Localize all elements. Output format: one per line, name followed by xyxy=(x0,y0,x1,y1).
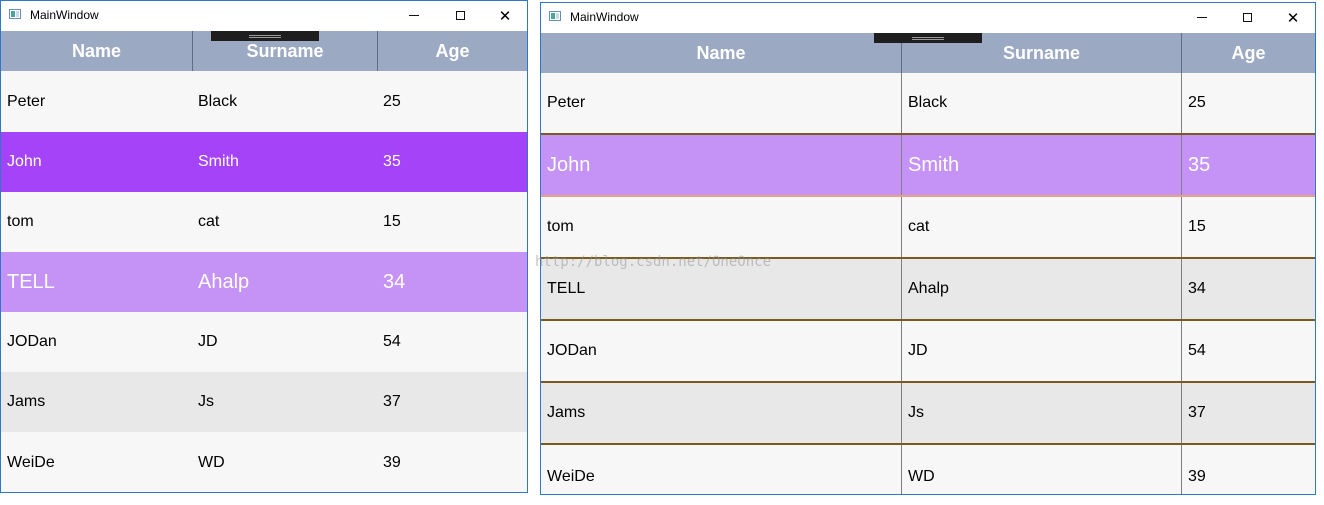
cell-surname: WD xyxy=(198,454,225,471)
column-header-age[interactable]: Age xyxy=(1182,33,1315,73)
cell-name: John xyxy=(7,153,42,170)
close-button[interactable]: ✕ xyxy=(482,1,527,30)
cell-name: John xyxy=(541,135,902,195)
cell-name: TELL xyxy=(7,270,55,293)
title-bar[interactable]: MainWindow ✕ xyxy=(1,1,527,30)
cell-name: TELL xyxy=(541,259,902,319)
cell-age: 37 xyxy=(383,393,401,410)
cell-age: 54 xyxy=(1188,342,1206,359)
table-row[interactable]: WeiDe WD 39 xyxy=(541,445,1315,494)
cell-age: 54 xyxy=(383,333,401,350)
table-row[interactable]: JODan JD 54 xyxy=(541,321,1315,383)
table-row[interactable]: TELL Ahalp 34 xyxy=(541,259,1315,321)
cell-surname: JD xyxy=(902,321,1182,381)
cell-age: 25 xyxy=(383,92,401,110)
main-window-left: MainWindow ✕ Name Surname Age Peter Blac… xyxy=(0,0,528,493)
table-row[interactable]: Jams Js 37 xyxy=(541,383,1315,445)
data-grid: Name Surname Age Peter Black 25 John Smi… xyxy=(541,33,1315,494)
cell-age: 34 xyxy=(383,270,406,293)
cell-surname: Black xyxy=(902,73,1182,133)
table-row[interactable]: tom cat 15 xyxy=(541,197,1315,259)
cell-age: 15 xyxy=(383,213,401,230)
drag-handle[interactable] xyxy=(211,31,319,41)
cell-age: 39 xyxy=(383,454,401,471)
drag-handle[interactable] xyxy=(874,33,982,43)
cell-name: Jams xyxy=(7,393,46,410)
main-window-right: MainWindow ✕ Name Surname Age Peter Blac… xyxy=(540,2,1316,495)
cell-age: 15 xyxy=(1188,218,1206,235)
title-bar[interactable]: MainWindow ✕ xyxy=(541,3,1315,32)
cell-name: Peter xyxy=(7,92,46,110)
column-header-age[interactable]: Age xyxy=(378,31,527,71)
table-row[interactable]: Peter Black 25 xyxy=(541,73,1315,135)
cell-age: 39 xyxy=(1188,468,1206,485)
cell-surname: cat xyxy=(902,197,1182,257)
cell-surname: Ahalp xyxy=(198,270,250,293)
cell-surname: WD xyxy=(902,445,1182,494)
cell-surname: Black xyxy=(198,92,238,110)
cell-surname: cat xyxy=(198,213,220,230)
table-row[interactable]: JODan JD 54 xyxy=(1,312,527,372)
table-row[interactable]: Peter Black 25 xyxy=(1,71,527,132)
minimize-button[interactable] xyxy=(1179,3,1225,32)
maximize-button[interactable] xyxy=(437,1,483,30)
cell-name: JODan xyxy=(7,333,57,350)
cell-age: 35 xyxy=(1188,153,1211,176)
maximize-button[interactable] xyxy=(1224,3,1270,32)
column-header-name[interactable]: Name xyxy=(541,33,902,73)
cell-name: tom xyxy=(7,213,34,230)
cell-surname: Smith xyxy=(198,153,239,170)
cell-surname: Ahalp xyxy=(902,259,1182,319)
data-grid: Name Surname Age Peter Black 25 John Smi… xyxy=(1,31,527,492)
table-row[interactable]: WeiDe WD 39 xyxy=(1,432,527,492)
cell-name: Peter xyxy=(541,73,902,133)
window-title: MainWindow xyxy=(30,8,99,22)
cell-age: 37 xyxy=(1188,404,1206,421)
cell-surname: JD xyxy=(198,333,218,350)
cell-name: WeiDe xyxy=(7,454,55,471)
cell-age: 35 xyxy=(383,153,401,170)
close-button[interactable]: ✕ xyxy=(1270,3,1315,32)
table-row-hover[interactable]: TELL Ahalp 34 xyxy=(1,252,527,312)
cell-name: Jams xyxy=(541,383,902,443)
app-icon xyxy=(549,11,561,21)
cell-surname: Js xyxy=(198,393,214,410)
window-title: MainWindow xyxy=(570,10,639,24)
cell-age: 34 xyxy=(1188,280,1206,297)
table-row-selected[interactable]: John Smith 35 xyxy=(1,132,527,192)
cell-age: 25 xyxy=(1188,94,1206,111)
cell-surname: Smith xyxy=(902,135,1182,195)
table-row[interactable]: tom cat 15 xyxy=(1,192,527,252)
cell-name: WeiDe xyxy=(541,445,902,494)
table-row[interactable]: Jams Js 37 xyxy=(1,372,527,432)
cell-name: JODan xyxy=(541,321,902,381)
minimize-button[interactable] xyxy=(391,1,437,30)
column-header-name[interactable]: Name xyxy=(1,31,193,71)
app-icon xyxy=(9,9,21,19)
cell-surname: Js xyxy=(902,383,1182,443)
table-row-selected[interactable]: John Smith 35 xyxy=(541,135,1315,197)
cell-name: tom xyxy=(541,197,902,257)
